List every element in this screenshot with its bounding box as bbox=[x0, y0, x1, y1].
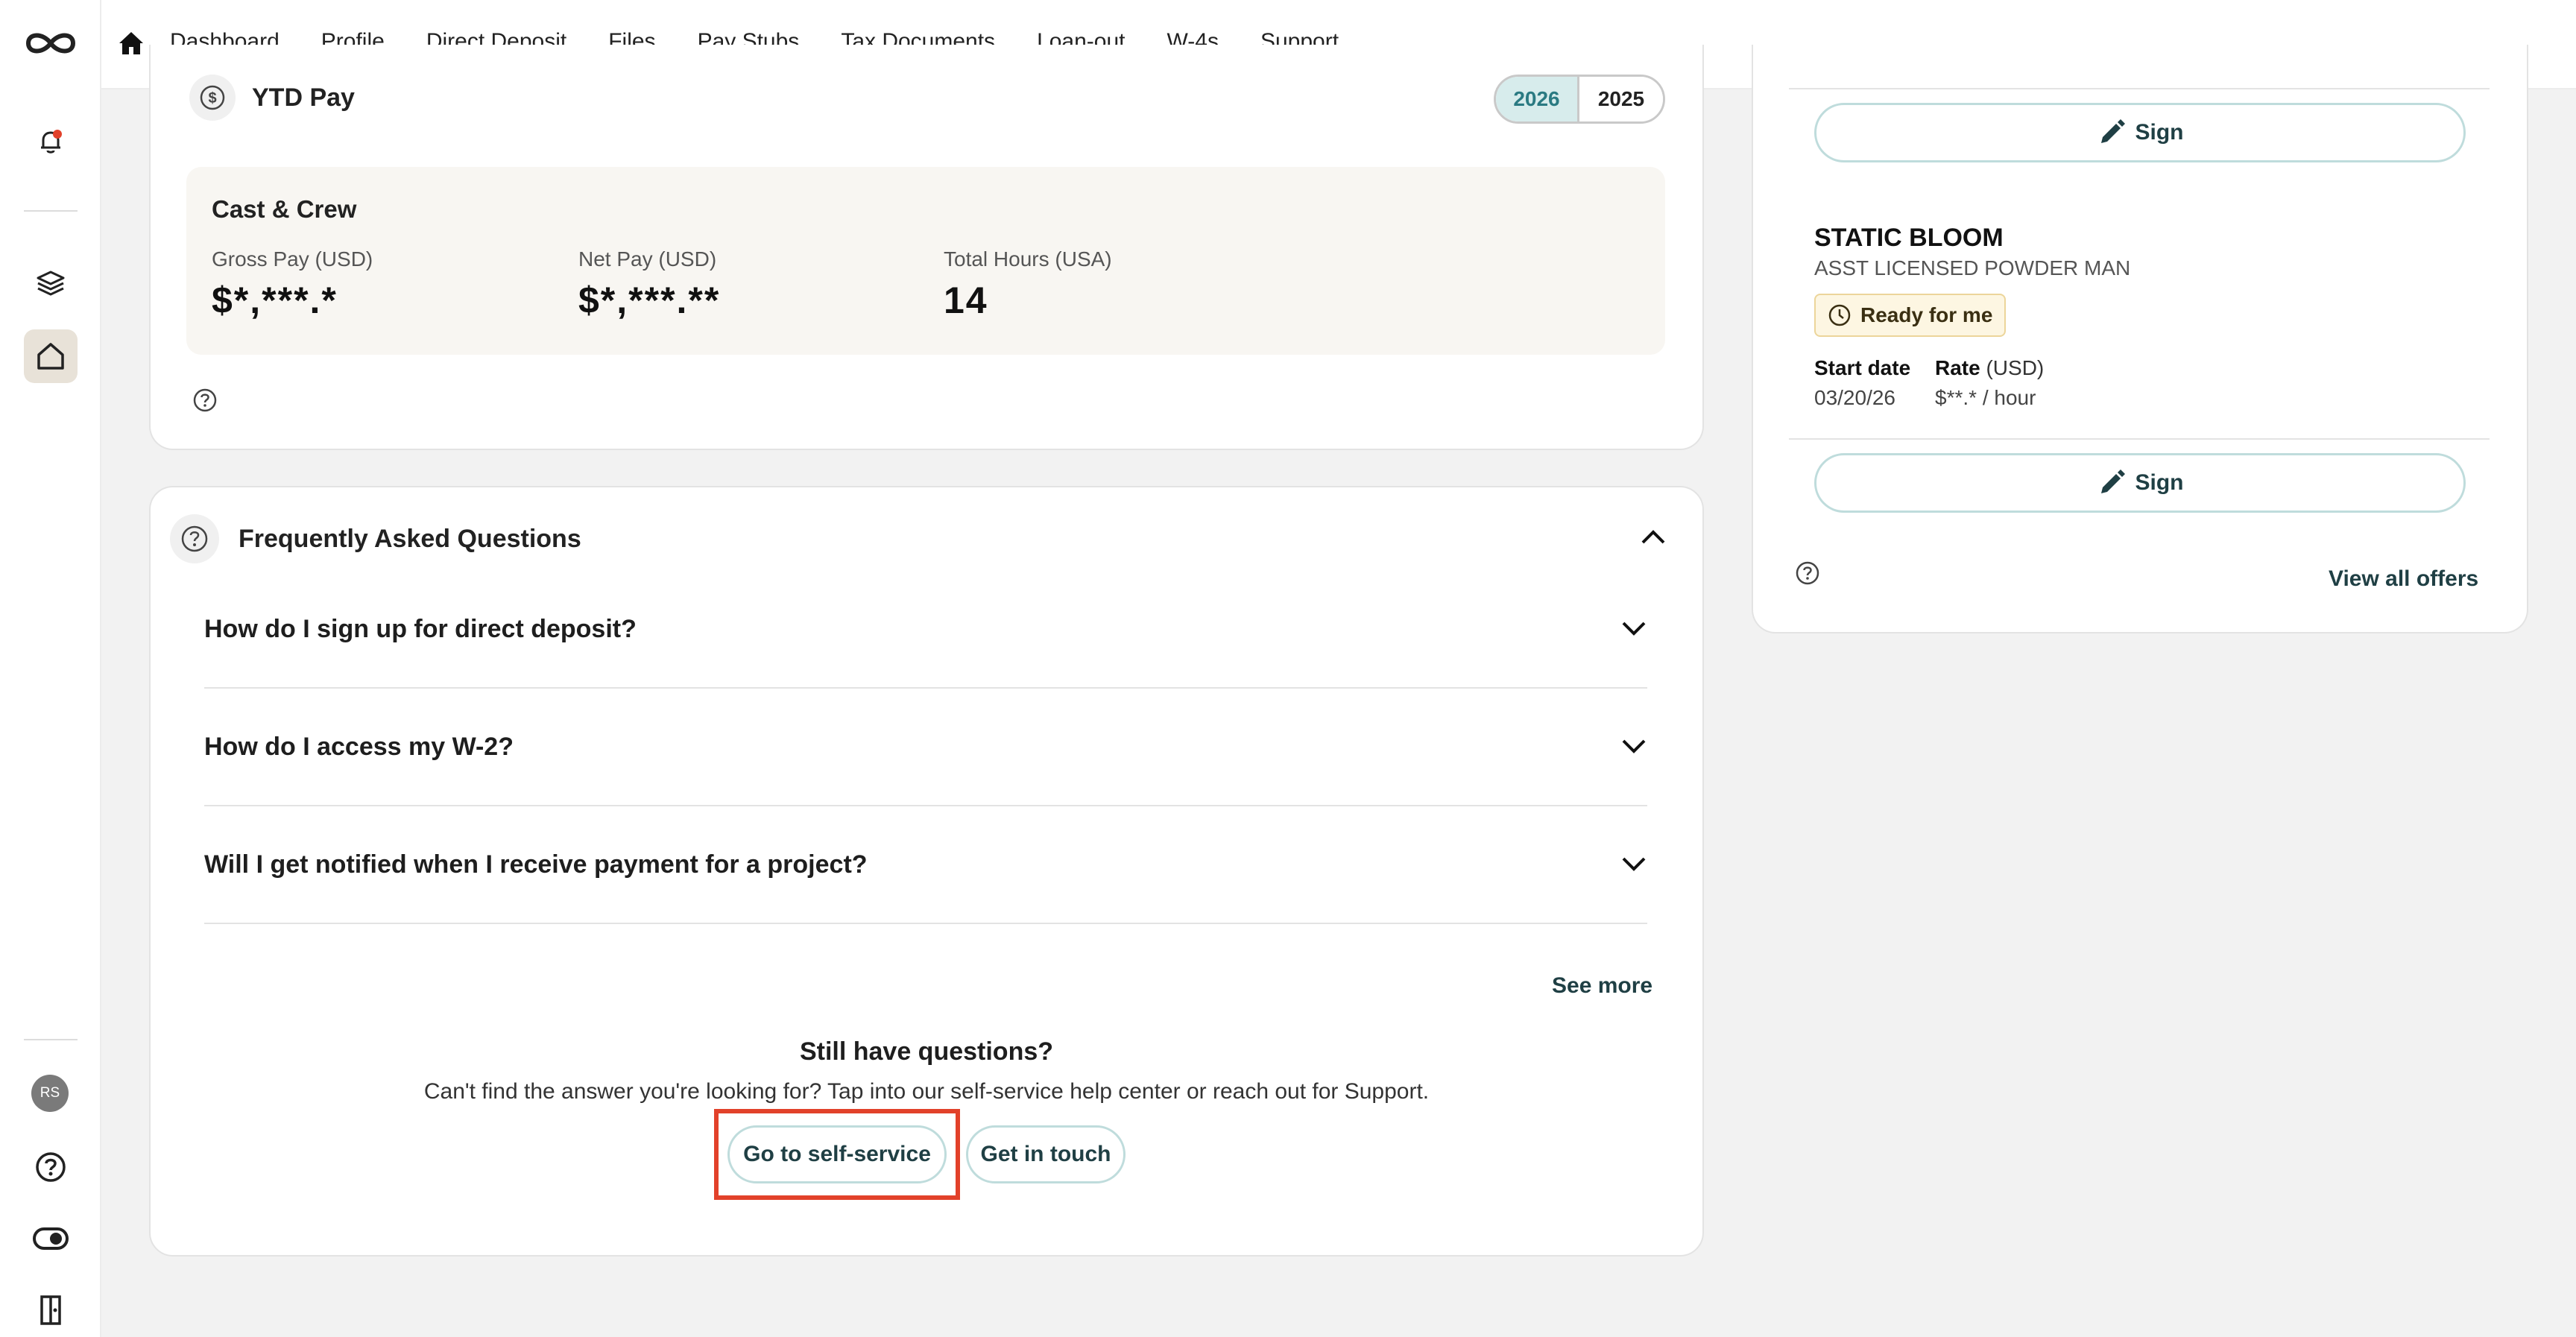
question-circle-icon bbox=[170, 514, 219, 563]
highlight-box bbox=[714, 1109, 960, 1200]
faq-item[interactable]: Will I get notified when I receive payme… bbox=[204, 806, 1647, 924]
net-pay-value: $*,***.** bbox=[578, 279, 721, 321]
ytd-header: $ YTD Pay bbox=[189, 75, 355, 121]
offer-project: STATIC BLOOM bbox=[1814, 224, 2004, 252]
faq-item[interactable]: How do I access my W-2? bbox=[204, 689, 1647, 806]
year-toggle[interactable]: 2026 2025 bbox=[1494, 75, 1665, 124]
bell-icon[interactable] bbox=[31, 122, 70, 161]
net-pay-label: Net Pay (USD) bbox=[578, 247, 717, 271]
view-all-offers-link[interactable]: View all offers bbox=[2329, 566, 2478, 592]
pencil-icon bbox=[2100, 119, 2125, 143]
pay-summary: Cast & Crew Gross Pay (USD) $*,***.* Net… bbox=[186, 167, 1665, 355]
rail-divider bbox=[24, 210, 78, 212]
company-name: Cast & Crew bbox=[212, 195, 357, 223]
svg-text:$: $ bbox=[208, 90, 216, 107]
toggle-icon[interactable] bbox=[31, 1219, 70, 1258]
total-hours-label: Total Hours (USA) bbox=[944, 247, 1112, 271]
offer-role: ASST LICENSED POWDER MAN bbox=[1814, 256, 2131, 279]
help-icon[interactable] bbox=[192, 388, 218, 413]
rail-divider bbox=[24, 1039, 78, 1040]
home-icon[interactable] bbox=[31, 337, 70, 376]
year-2026-tab[interactable]: 2026 bbox=[1496, 77, 1579, 121]
avatar-initials: RS bbox=[40, 1085, 60, 1101]
rate-unit: (USD) bbox=[1986, 356, 2045, 379]
help-icon[interactable] bbox=[1795, 560, 1820, 586]
chevron-up-icon[interactable] bbox=[1640, 528, 1667, 549]
net-pay-stat: Net Pay (USD) $*,***.** bbox=[578, 247, 720, 322]
see-more-link[interactable]: See more bbox=[1552, 973, 1652, 999]
start-date-label: Start date bbox=[1814, 356, 1911, 379]
sign-button[interactable]: Sign bbox=[1814, 453, 2466, 513]
rate-field: Rate (USD) $**.* / hour bbox=[1935, 356, 2044, 410]
total-hours-value: 14 bbox=[944, 279, 988, 321]
year-2025-tab[interactable]: 2025 bbox=[1579, 77, 1663, 121]
ytd-title: YTD Pay bbox=[252, 83, 355, 112]
get-in-touch-button[interactable]: Get in touch bbox=[966, 1125, 1126, 1183]
chevron-down-icon bbox=[1622, 622, 1646, 636]
gross-pay-stat: Gross Pay (USD) $*,***.* bbox=[212, 247, 373, 322]
sign-button[interactable]: Sign bbox=[1814, 103, 2466, 162]
faq-header[interactable]: Frequently Asked Questions bbox=[170, 514, 581, 563]
pencil-icon bbox=[2100, 470, 2125, 493]
start-date-value: 03/20/26 bbox=[1814, 386, 1895, 409]
help-icon[interactable] bbox=[31, 1148, 70, 1186]
faq-question: How do I sign up for direct deposit? bbox=[204, 614, 637, 643]
status-label: Ready for me bbox=[1860, 303, 1993, 326]
faq-question: How do I access my W-2? bbox=[204, 732, 514, 761]
exit-door-icon[interactable] bbox=[31, 1291, 70, 1330]
faq-title: Frequently Asked Questions bbox=[239, 524, 581, 553]
left-rail: RS bbox=[0, 0, 101, 1337]
logo-icon[interactable] bbox=[22, 27, 79, 60]
still-questions-title: Still have questions? bbox=[799, 1037, 1054, 1066]
dollar-icon: $ bbox=[189, 75, 236, 121]
rate-value: $**.* / hour bbox=[1935, 386, 2036, 409]
faq-question: Will I get notified when I receive payme… bbox=[204, 850, 868, 879]
gross-pay-label: Gross Pay (USD) bbox=[212, 247, 373, 271]
status-badge: Ready for me bbox=[1814, 294, 2007, 337]
clock-icon bbox=[1828, 304, 1851, 326]
layers-icon[interactable] bbox=[31, 264, 70, 303]
rate-label: Rate bbox=[1935, 356, 1980, 379]
faq-item[interactable]: How do I sign up for direct deposit? bbox=[204, 571, 1647, 689]
chevron-down-icon bbox=[1622, 739, 1646, 753]
offer-divider bbox=[1789, 88, 2490, 89]
chevron-down-icon bbox=[1622, 857, 1646, 871]
still-questions-subtitle: Can't find the answer you're looking for… bbox=[423, 1079, 1430, 1104]
total-hours-stat: Total Hours (USA) 14 bbox=[944, 247, 1112, 322]
sign-label: Sign bbox=[2135, 120, 2184, 145]
sign-label: Sign bbox=[2135, 470, 2184, 495]
rate-label-row: Rate (USD) bbox=[1935, 356, 2044, 380]
gross-pay-value: $*,***.* bbox=[212, 279, 338, 321]
avatar[interactable]: RS bbox=[31, 1075, 69, 1112]
home-icon[interactable] bbox=[116, 28, 146, 58]
start-date-field: Start date 03/20/26 bbox=[1814, 356, 1910, 410]
offer-divider bbox=[1789, 438, 2490, 440]
